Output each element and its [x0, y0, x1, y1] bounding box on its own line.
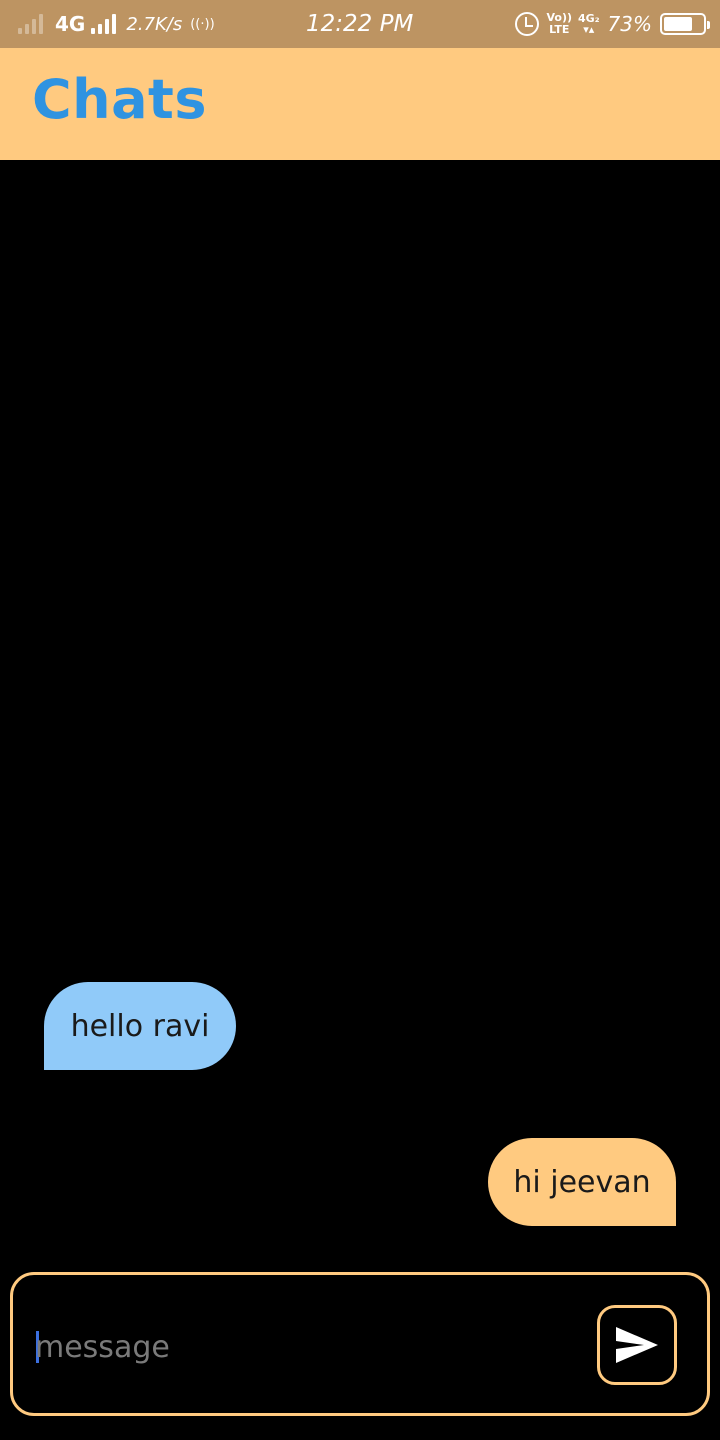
network-4g-icon: 4G₂ ▾▴ [578, 13, 600, 35]
status-bar: 4G 2.7K/s ((·)) 12:22 PM Vo)) LTE 4G₂ ▾▴… [0, 0, 720, 48]
chat-screen: 4G 2.7K/s ((·)) 12:22 PM Vo)) LTE 4G₂ ▾▴… [0, 0, 720, 1440]
app-bar: Chats [0, 48, 720, 160]
signal-weak-icon [18, 14, 43, 34]
battery-percent: 73% [607, 12, 652, 36]
net2-bottom: ▾▴ [583, 23, 595, 36]
clock: 12:22 PM [306, 11, 414, 37]
status-left: 4G 2.7K/s ((·)) [18, 0, 215, 48]
volte-icon: Vo)) LTE [547, 12, 573, 36]
page-title: Chats [32, 68, 207, 131]
status-right: Vo)) LTE 4G₂ ▾▴ 73% [514, 0, 710, 48]
alarm-icon [514, 12, 539, 36]
message-outgoing[interactable]: hi jeevan [488, 1138, 676, 1226]
battery-fill [664, 17, 692, 31]
message-text: hi jeevan [513, 1164, 651, 1200]
network-type: 4G [55, 12, 86, 36]
hotspot-icon: ((·)) [190, 16, 215, 32]
battery-icon [660, 13, 710, 35]
message-input[interactable] [35, 1319, 575, 1375]
message-incoming[interactable]: hello ravi [44, 982, 236, 1070]
data-speed: 2.7K/s [126, 13, 183, 35]
message-text: hello ravi [70, 1008, 210, 1044]
message-composer [10, 1272, 710, 1416]
signal-strong-icon [91, 14, 117, 34]
send-button[interactable] [597, 1305, 677, 1385]
send-icon [616, 1327, 658, 1363]
volte-bottom: LTE [549, 23, 570, 36]
